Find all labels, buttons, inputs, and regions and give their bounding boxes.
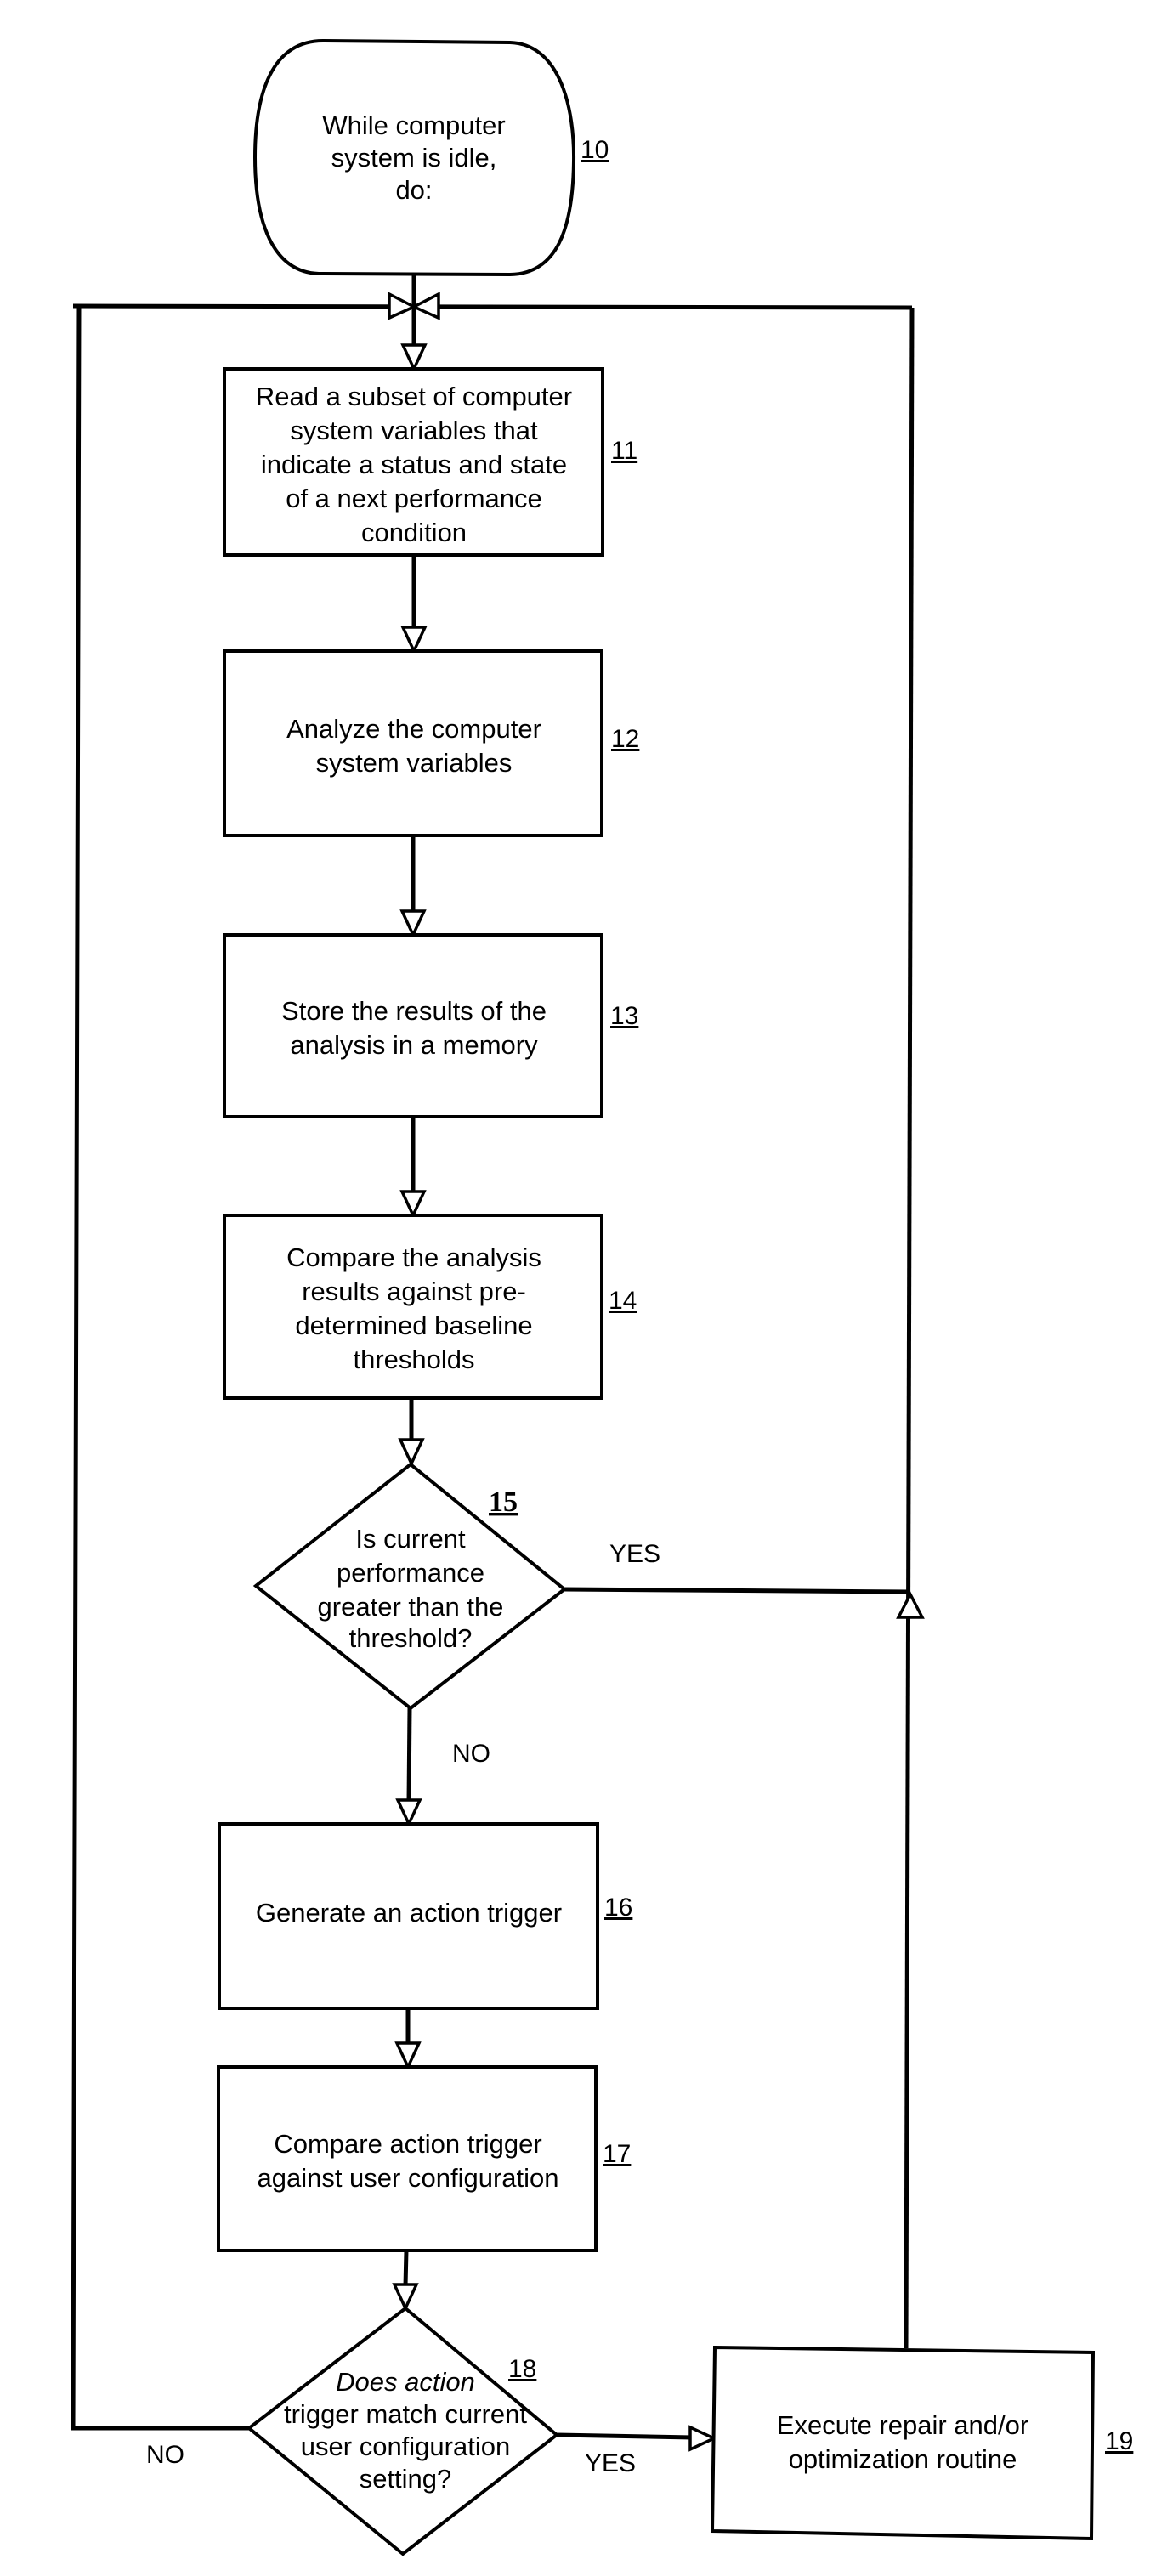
decision-15-text-line: performance xyxy=(337,1558,484,1588)
arrow-down-icon xyxy=(392,2283,419,2313)
junction-arrow-left-icon xyxy=(388,292,418,320)
decision-15-yes-label: YES xyxy=(609,1540,660,1568)
decision-18-text-line: Does action xyxy=(336,2367,475,2397)
step-14-text-line: determined baseline xyxy=(295,1311,532,1340)
start-text-line: system is idle, xyxy=(332,143,497,173)
arrow-down-icon xyxy=(400,626,428,655)
step-13-text-line: analysis in a memory xyxy=(290,1030,538,1060)
connector-17-to-18 xyxy=(403,2250,409,2287)
connector-15-to-16 xyxy=(406,1707,412,1803)
step-12-text-line: Analyze the computer xyxy=(286,714,541,744)
loop-right-line xyxy=(904,307,915,2349)
ref-label-18: 18 xyxy=(508,2355,536,2383)
step-19-box xyxy=(710,2345,1096,2541)
decision-18-text-line: user configuration xyxy=(301,2432,510,2461)
step-14-text-line: thresholds xyxy=(353,1345,474,1374)
step-11-text-line: of a next performance xyxy=(286,484,542,513)
decision-15-text-line: greater than the xyxy=(318,1592,504,1622)
step-12-text-line: system variables xyxy=(316,748,513,778)
step-14-text-line: results against pre- xyxy=(302,1277,526,1306)
arrow-down-icon xyxy=(398,1438,425,1468)
step-11-text-line: system variables that xyxy=(290,416,538,445)
decision-18-yes-label: YES xyxy=(585,2449,636,2477)
decision-15-no-label: NO xyxy=(452,1740,490,1768)
step-13-box xyxy=(223,933,604,1118)
ref-label-16: 16 xyxy=(604,1894,632,1922)
junction-arrow-right-icon xyxy=(410,292,440,320)
step-19-text-line: Execute repair and/or xyxy=(777,2410,1028,2440)
decision-15-text-line: Is current xyxy=(355,1524,466,1554)
step-16-text-line: Generate an action trigger xyxy=(256,1898,562,1928)
step-11-text-line: indicate a status and state xyxy=(261,450,567,479)
step-13-text-line: Store the results of the xyxy=(281,996,547,1026)
loop-top-line xyxy=(72,303,913,310)
step-19-text-line: optimization routine xyxy=(789,2444,1017,2474)
step-17-text-line: against user configuration xyxy=(257,2163,558,2193)
flowchart: While computer system is idle, do: 10 Re… xyxy=(71,38,1133,2556)
step-11-text-line: Read a subset of computer xyxy=(256,382,572,411)
ref-label-10: 10 xyxy=(581,136,609,164)
ref-label-15: 15 xyxy=(489,1486,518,1518)
ref-label-13: 13 xyxy=(610,1002,638,1030)
step-17-box xyxy=(217,2065,598,2252)
arrow-down-icon xyxy=(395,1798,422,1828)
arrow-up-icon xyxy=(896,1591,925,1619)
ref-label-19: 19 xyxy=(1105,2427,1133,2455)
yes-15-line xyxy=(564,1587,910,1594)
start-text-line: do: xyxy=(395,175,432,205)
decision-18-text-line: setting? xyxy=(360,2464,452,2494)
decision-18-text-line: trigger match current xyxy=(284,2399,527,2429)
ref-label-11: 11 xyxy=(611,437,638,465)
ref-label-12: 12 xyxy=(611,725,639,753)
start-text-line: While computer xyxy=(322,110,505,140)
arrow-down-icon xyxy=(400,343,428,373)
step-14-text-line: Compare the analysis xyxy=(286,1243,541,1272)
arrow-right-icon xyxy=(688,2425,718,2452)
arrow-down-icon xyxy=(400,909,427,939)
ref-label-17: 17 xyxy=(603,2140,631,2168)
arrow-down-icon xyxy=(394,2041,422,2071)
decision-15-text-line: threshold? xyxy=(349,1623,473,1653)
decision-18-no-label: NO xyxy=(146,2441,184,2469)
ref-label-14: 14 xyxy=(609,1287,637,1315)
step-17-text-line: Compare action trigger xyxy=(274,2129,541,2159)
arrow-down-icon xyxy=(400,1190,427,1220)
step-11-text-line: condition xyxy=(361,518,467,547)
connector-18-to-19 xyxy=(556,2432,694,2440)
